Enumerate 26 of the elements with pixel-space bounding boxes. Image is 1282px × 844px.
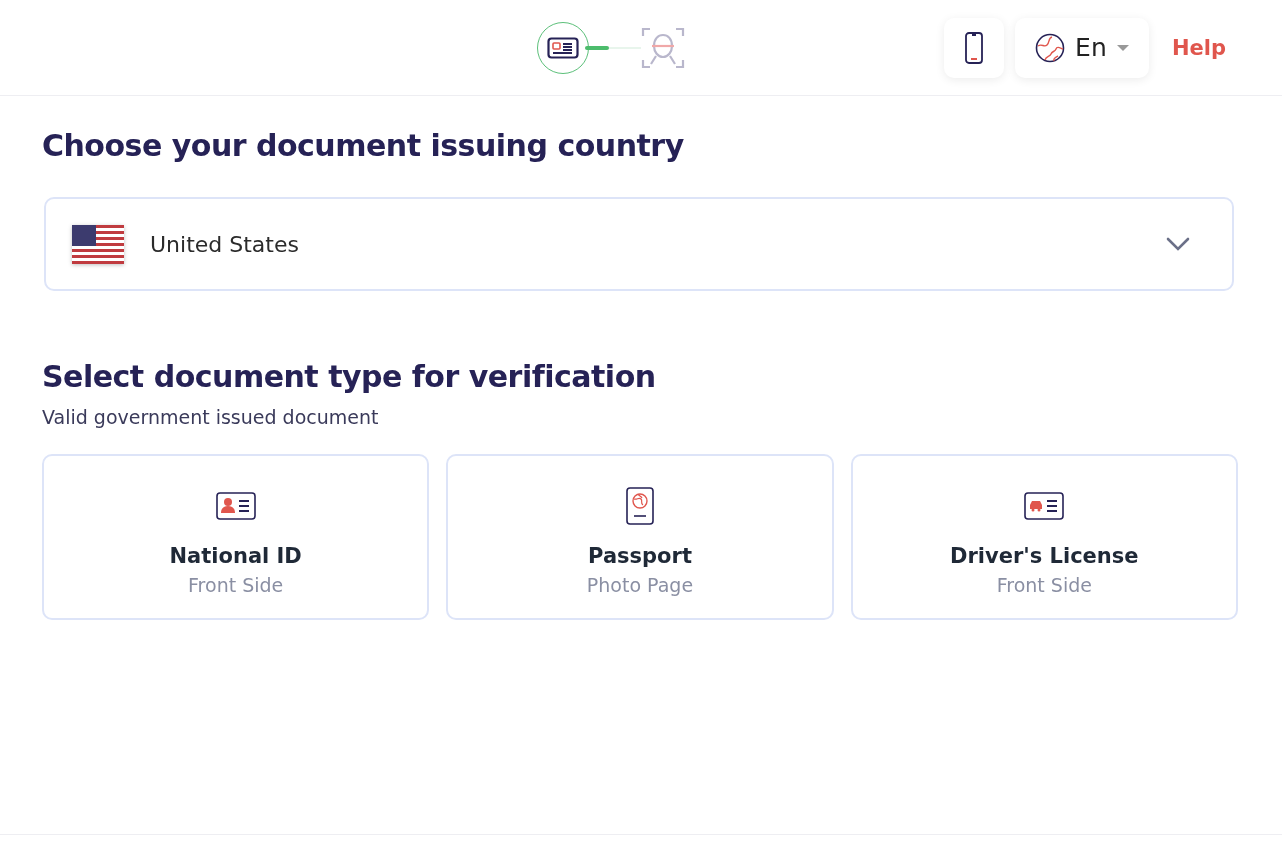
caret-icon [1116, 44, 1129, 51]
document-type-subtitle: Valid government issued document [42, 406, 380, 428]
document-type-card[interactable]: Passport Photo Page [446, 454, 834, 620]
country-value: United States [150, 231, 299, 257]
flag-icon [72, 224, 124, 264]
document-type-heading: Select document type for verification [42, 359, 657, 394]
car-card-icon [1024, 492, 1065, 520]
document-side: Photo Page [586, 574, 694, 596]
chevron-down-icon [1166, 237, 1190, 251]
language-button[interactable]: En [1014, 17, 1149, 78]
passport-icon [626, 487, 654, 525]
country-heading: Choose your document issuing country [42, 128, 685, 163]
document-title: National ID [169, 544, 302, 568]
document-title: Passport [588, 544, 692, 568]
id-card-icon [547, 37, 579, 59]
document-side: Front Side [188, 574, 284, 596]
phone-icon [964, 31, 983, 64]
help-link[interactable]: Help [1171, 35, 1226, 60]
globe-icon [1035, 32, 1066, 63]
document-type-card[interactable]: National ID Front Side [42, 454, 430, 620]
country-dropdown[interactable]: United States [44, 197, 1234, 291]
mobile-button[interactable] [943, 17, 1004, 78]
id-card-icon [215, 492, 256, 520]
document-title: Driver's License [950, 544, 1139, 568]
document-side: Front Side [996, 574, 1092, 596]
document-type-card[interactable]: Driver's License Front Side [850, 454, 1238, 620]
